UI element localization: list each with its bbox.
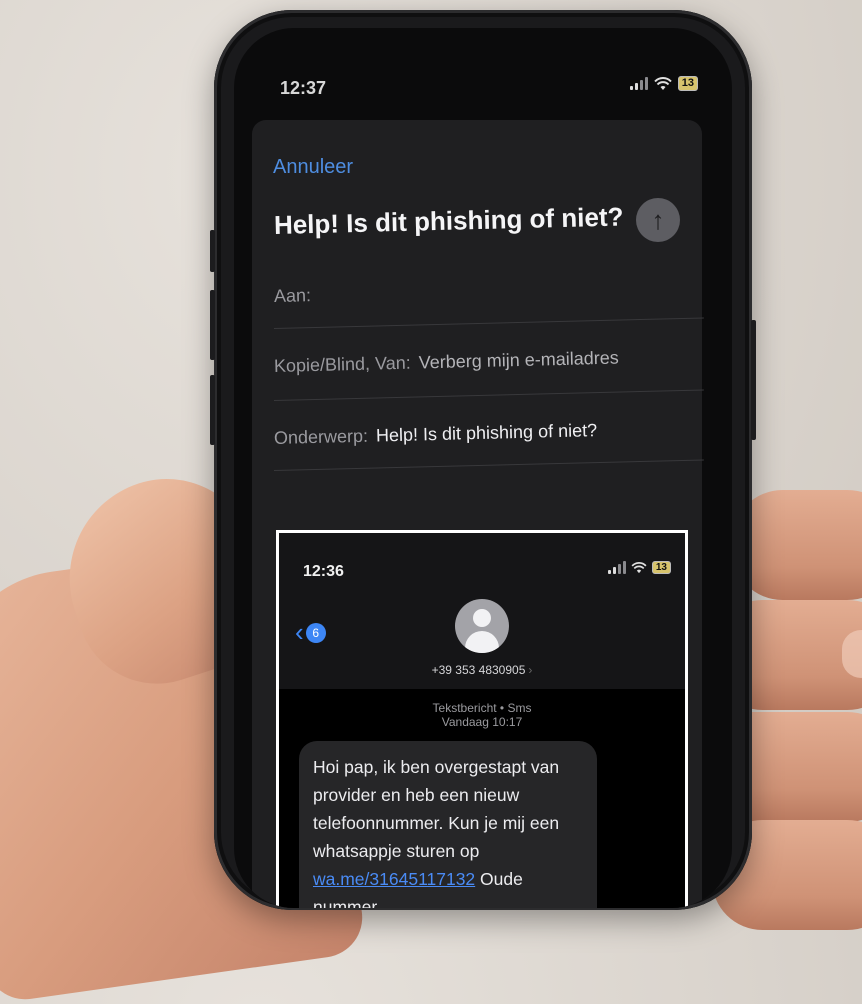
side-button [210, 375, 215, 445]
wifi-icon [631, 561, 647, 573]
divider [273, 317, 704, 329]
message-meta: Tekstbericht • Sms Vandaag 10:17 [279, 689, 685, 729]
back-chevron-icon: ‹ [295, 617, 304, 647]
to-field[interactable]: Aan: [274, 275, 704, 306]
mail-title: Help! Is dit phishing of niet? [273, 201, 624, 240]
phone-screen: 12:37 13 Annuleer Help! Is dit phishing … [234, 28, 732, 908]
to-label: Aan: [273, 285, 312, 306]
message-text: Hoi pap, ik ben overgestapt van provider… [313, 757, 560, 861]
phone: 12:37 13 Annuleer Help! Is dit phishing … [210, 10, 756, 910]
battery-icon: 13 [651, 561, 671, 574]
mail-compose-sheet: Annuleer Help! Is dit phishing of niet? … [252, 120, 704, 908]
status-icons: 13 [629, 76, 698, 91]
divider [273, 389, 704, 401]
message-date: Vandaag 10:17 [441, 715, 523, 729]
attached-screenshot: 12:36 13 ‹ 6 +39 353 4830905 › Tekstberi… [276, 530, 688, 908]
wifi-icon [654, 76, 672, 90]
message-type: Tekstbericht • Sms [432, 701, 532, 715]
cc-label: Kopie/Blind, Van: [273, 352, 411, 376]
side-button [751, 320, 756, 440]
divider [273, 459, 704, 471]
unread-badge: 6 [305, 622, 326, 643]
message-bubble: Hoi pap, ik ben overgestapt van provider… [299, 741, 597, 908]
cancel-button[interactable]: Annuleer [273, 156, 353, 179]
screenshot-status-icons: 13 [607, 561, 671, 574]
side-button [210, 290, 215, 360]
battery-icon: 13 [677, 76, 698, 91]
subject-value: Help! Is dit phishing of niet? [375, 420, 598, 446]
screenshot-status-time: 12:36 [303, 563, 344, 580]
message-link[interactable]: wa.me/31645117132 [313, 869, 475, 889]
send-button[interactable]: ↑ [636, 198, 680, 242]
signal-icon [629, 77, 648, 90]
subject-field[interactable]: Onderwerp: Help! Is dit phishing of niet? [274, 417, 704, 448]
cc-value: Verberg mijn e-mailadres [418, 347, 619, 373]
send-arrow-icon: ↑ [651, 204, 665, 235]
signal-icon [607, 561, 626, 574]
back-button[interactable]: ‹ 6 [295, 617, 326, 648]
avatar-icon[interactable] [455, 599, 509, 653]
side-button [210, 230, 215, 272]
status-time: 12:37 [280, 78, 327, 98]
contact-number[interactable]: +39 353 4830905 › [279, 663, 685, 677]
conversation: Tekstbericht • Sms Vandaag 10:17 Hoi pap… [279, 689, 685, 908]
subject-label: Onderwerp: [273, 425, 369, 448]
cc-field[interactable]: Kopie/Blind, Van: Verberg mijn e-mailadre… [274, 345, 704, 376]
chevron-right-icon: › [528, 663, 533, 677]
